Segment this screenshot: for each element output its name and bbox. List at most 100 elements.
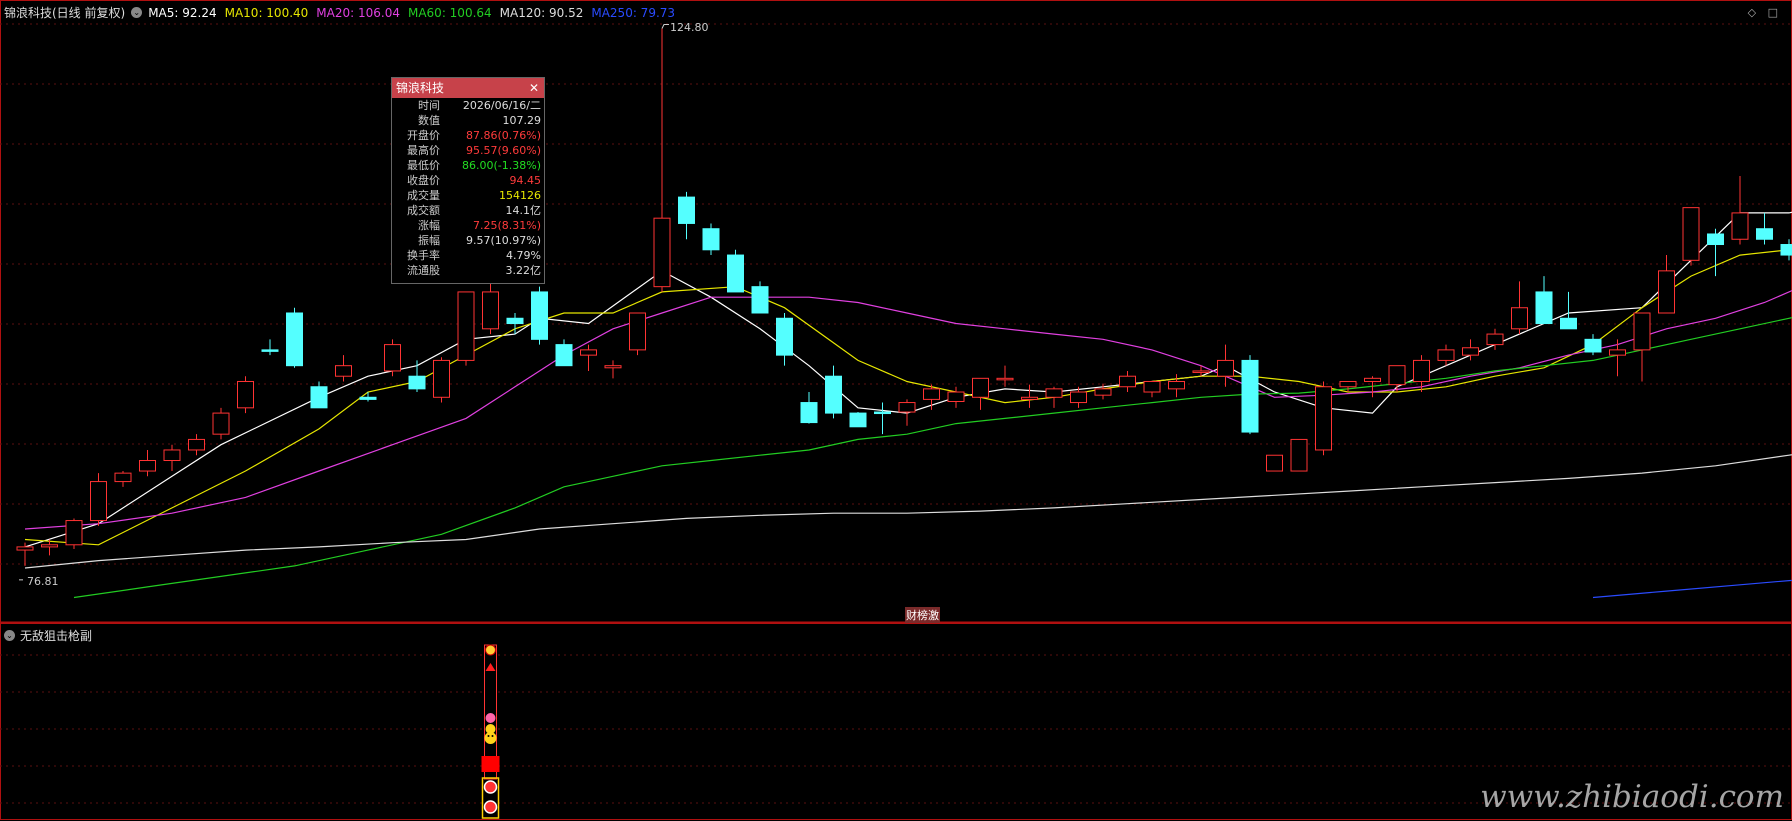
candle-body bbox=[947, 391, 965, 402]
ma-line-ma20 bbox=[24, 290, 1792, 530]
tooltip-value: 4.79% bbox=[506, 249, 541, 262]
red-block-icon bbox=[481, 756, 500, 772]
tooltip-row: 时间 2026/06/16/二 bbox=[392, 98, 544, 113]
candle-body bbox=[1486, 333, 1504, 346]
ma-legend-item: MA5: 92.24 bbox=[148, 5, 217, 20]
candle-body bbox=[604, 365, 622, 369]
candle-body bbox=[1241, 359, 1259, 433]
candle-body bbox=[1780, 244, 1792, 256]
indicator-panel[interactable]: ⌄ 无敌狙击枪副 www.zhibiaodi.com bbox=[0, 623, 1792, 821]
candle-body bbox=[776, 317, 793, 356]
close-icon[interactable]: ✕ bbox=[529, 78, 539, 98]
candle-body bbox=[163, 449, 181, 462]
high-price-label: 124.80 bbox=[670, 20, 709, 34]
watermark: www.zhibiaodi.com bbox=[1480, 779, 1784, 815]
candle-down bbox=[849, 412, 867, 428]
low-price-label: 76.81 bbox=[27, 574, 59, 588]
tooltip-value: 94.45 bbox=[509, 174, 542, 187]
candle-body bbox=[1658, 270, 1675, 314]
candle-body bbox=[1143, 380, 1161, 393]
candle-up bbox=[1388, 365, 1406, 393]
candle-up bbox=[653, 28, 671, 292]
candle-up bbox=[580, 344, 597, 371]
candle-body bbox=[114, 472, 132, 483]
candle-down bbox=[1584, 334, 1602, 356]
ma-legend-item: MA10: 100.40 bbox=[224, 5, 309, 20]
indicator-header: ⌄ 无敌狙击枪副 bbox=[4, 627, 92, 644]
candle-body bbox=[335, 365, 352, 377]
candle-down bbox=[310, 381, 328, 409]
tooltip-value: 154126 bbox=[499, 189, 541, 202]
collapse-icon[interactable]: ⌄ bbox=[4, 630, 15, 641]
candle-up bbox=[1413, 355, 1430, 393]
candle-body bbox=[384, 344, 401, 372]
tooltip-row: 换手率 4.79% bbox=[392, 248, 544, 263]
candle-body bbox=[1707, 233, 1724, 246]
candle-up bbox=[237, 376, 254, 414]
candle-down bbox=[874, 402, 891, 435]
candle-down bbox=[286, 307, 303, 368]
candlestick-chart[interactable] bbox=[0, 0, 1792, 623]
tooltip-key: 开盘价 bbox=[407, 129, 440, 142]
event-label[interactable]: 财榜激 bbox=[905, 607, 940, 623]
candle-up bbox=[335, 355, 352, 382]
candle-body bbox=[188, 438, 205, 451]
candle-down bbox=[678, 191, 695, 240]
candle-up bbox=[1682, 207, 1700, 266]
candle-body bbox=[65, 520, 83, 546]
candle-down bbox=[408, 360, 426, 393]
candle-body bbox=[1266, 454, 1283, 472]
candle-body bbox=[996, 377, 1014, 381]
candle-body bbox=[212, 412, 230, 435]
panel-controls[interactable]: ◇ □ bbox=[1748, 6, 1782, 19]
tooltip-value: 7.25(8.31%) bbox=[472, 219, 541, 232]
candle-body bbox=[1756, 228, 1773, 240]
candle-body bbox=[923, 388, 940, 400]
tooltip-key: 换手率 bbox=[407, 249, 440, 262]
tooltip-value: 87.86(0.76%) bbox=[465, 129, 541, 142]
candle-body bbox=[653, 217, 671, 288]
candle-up bbox=[1168, 374, 1185, 398]
candle-down bbox=[702, 223, 720, 256]
candle-up bbox=[604, 360, 622, 379]
tooltip-row: 成交量 154126 bbox=[392, 188, 544, 203]
candle-body bbox=[1388, 365, 1406, 386]
candle-down bbox=[1560, 291, 1577, 330]
main-chart-panel[interactable]: 锦浪科技(日线 前复权) ⌄ MA5: 92.24 MA10: 100.40 MA2… bbox=[0, 0, 1792, 623]
chart-header: 锦浪科技(日线 前复权) ⌄ MA5: 92.24 MA10: 100.40 MA2… bbox=[4, 4, 683, 21]
candle-body bbox=[531, 291, 548, 340]
candle-up bbox=[1217, 344, 1234, 387]
candle-up bbox=[163, 444, 181, 472]
candle-body bbox=[1609, 349, 1626, 356]
candle-body bbox=[433, 359, 450, 398]
tooltip-key: 最高价 bbox=[407, 144, 440, 157]
candle-body bbox=[1192, 370, 1210, 373]
candle-up bbox=[90, 473, 107, 526]
tooltip-value: 3.22亿 bbox=[505, 264, 542, 277]
candle-up bbox=[457, 291, 475, 366]
candle-body bbox=[702, 228, 720, 251]
candle-body bbox=[482, 291, 499, 330]
candle-body bbox=[1535, 291, 1553, 325]
candle-up bbox=[947, 386, 965, 408]
candle-down bbox=[800, 392, 818, 424]
candle-body bbox=[1217, 359, 1234, 377]
ma-legend: MA5: 92.24 MA10: 100.40 MA20: 106.04 MA60: … bbox=[148, 6, 683, 20]
candle-body bbox=[580, 349, 597, 356]
tooltip-key: 收盘价 bbox=[407, 174, 440, 187]
red-orb-icon bbox=[483, 800, 498, 814]
tooltip-header: 锦浪科技 ✕ bbox=[392, 78, 544, 98]
candle-down bbox=[1535, 276, 1553, 325]
candle-body bbox=[41, 544, 58, 548]
face-eye bbox=[487, 735, 490, 737]
candle-body bbox=[1021, 396, 1038, 400]
tooltip-value: 14.1亿 bbox=[505, 204, 542, 217]
toggle-circle-icon[interactable]: ⌄ bbox=[131, 7, 143, 18]
candle-down bbox=[1756, 212, 1773, 245]
candle-up bbox=[482, 281, 499, 335]
candle-down bbox=[1780, 239, 1792, 261]
candle-body bbox=[1290, 438, 1308, 472]
face-eye bbox=[491, 735, 494, 737]
candle-up bbox=[16, 542, 34, 566]
candle-down bbox=[1241, 355, 1259, 435]
